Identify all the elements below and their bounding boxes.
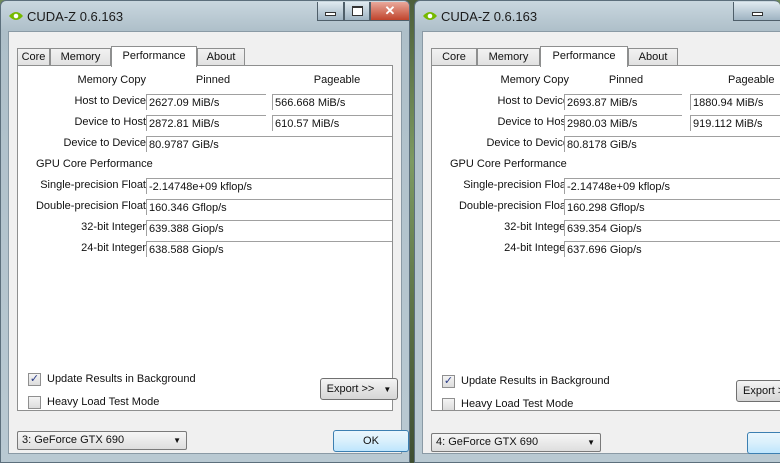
device-to-host-label: Device to Host	[74, 116, 146, 128]
memory-copy-header: Memory Copy	[77, 74, 146, 86]
double-precision-value: 160.346 Gflop/s	[146, 199, 392, 215]
single-precision-label: Single-precision Float	[463, 179, 569, 191]
host-to-device-label: Host to Device	[497, 95, 569, 107]
host-to-device-label: Host to Device	[74, 95, 146, 107]
heavy-load-label[interactable]: Heavy Load Test Mode	[47, 396, 159, 408]
device-to-device-value: 80.9787 GiB/s	[146, 136, 392, 152]
tab-about[interactable]: About	[628, 48, 678, 66]
window-title: CUDA-Z 0.6.163	[27, 9, 124, 24]
title-bar[interactable]: CUDA-Z 0.6.163 ✕	[1, 1, 409, 31]
tab-memory[interactable]: Memory	[477, 48, 540, 66]
double-precision-label: Double-precision Float	[458, 200, 569, 212]
tab-performance[interactable]: Performance	[111, 46, 197, 67]
chevron-down-icon: ▼	[587, 438, 595, 447]
update-background-checkbox[interactable]: ✓	[442, 375, 455, 388]
device-to-host-pinned: 2872.81 MiB/s	[146, 115, 266, 131]
close-button[interactable]: ✕	[370, 2, 409, 21]
tab-core[interactable]: Core	[431, 48, 477, 66]
int32-label: 32-bit Integer	[81, 221, 146, 233]
heavy-load-checkbox[interactable]	[442, 398, 455, 411]
performance-panel: Memory Copy Pinned Pageable Host to Devi…	[17, 65, 398, 411]
int24-value: 637.696 Giop/s	[564, 241, 780, 257]
performance-panel: Memory Copy Pinned Pageable Host to Devi…	[431, 65, 780, 411]
host-to-device-pageable: 1880.94 MiB/s	[690, 94, 780, 110]
device-to-device-label: Device to Device	[486, 137, 569, 149]
nvidia-eye-icon	[9, 12, 23, 20]
int32-value: 639.388 Giop/s	[146, 220, 392, 236]
window-body: Core Memory Performance About Memory Cop…	[422, 31, 780, 454]
pageable-header: Pageable	[313, 74, 361, 86]
int32-value: 639.354 Giop/s	[564, 220, 780, 236]
gpu-core-performance-header: GPU Core Performance	[450, 158, 567, 170]
tab-core[interactable]: Core	[17, 48, 50, 66]
update-background-label[interactable]: Update Results in Background	[47, 373, 196, 385]
maximize-icon	[351, 6, 363, 16]
export-button-label: Export >>	[326, 383, 375, 395]
cuda-z-window-1: CUDA-Z 0.6.163 ✕ Core Memory Performance…	[0, 0, 410, 463]
heavy-load-label[interactable]: Heavy Load Test Mode	[461, 398, 573, 410]
device-select[interactable]: 3: GeForce GTX 690 ▼	[17, 431, 187, 450]
heavy-load-checkbox[interactable]	[28, 396, 41, 409]
export-button[interactable]: Export >	[736, 380, 780, 402]
minimize-icon	[751, 12, 763, 16]
update-background-label[interactable]: Update Results in Background	[461, 375, 610, 387]
int24-label: 24-bit Integer	[81, 242, 146, 254]
device-select-value: 4: GeForce GTX 690	[436, 436, 539, 448]
nvidia-eye-icon	[423, 12, 437, 20]
minimize-icon	[325, 12, 336, 16]
window-body: Core Memory Performance About Memory Cop…	[8, 31, 409, 454]
host-to-device-pageable: 566.668 MiB/s	[272, 94, 392, 110]
single-precision-label: Single-precision Float	[40, 179, 146, 191]
pinned-header: Pinned	[195, 74, 231, 86]
device-select-value: 3: GeForce GTX 690	[22, 434, 125, 446]
export-button[interactable]: Export >> ▼	[320, 378, 398, 400]
minimize-button[interactable]	[733, 2, 780, 21]
device-to-host-pageable: 919.112 MiB/s	[690, 115, 780, 131]
device-select[interactable]: 4: GeForce GTX 690 ▼	[431, 433, 601, 452]
minimize-button[interactable]	[317, 2, 344, 21]
export-button-label: Export >	[743, 385, 780, 397]
int24-label: 24-bit Integer	[504, 242, 569, 254]
double-precision-value: 160.298 Gflop/s	[564, 199, 780, 215]
ok-button[interactable]	[747, 432, 780, 454]
maximize-button[interactable]	[344, 2, 370, 21]
single-precision-value: -2.14748e+09 kflop/s	[564, 178, 780, 194]
device-to-host-pageable: 610.57 MiB/s	[272, 115, 392, 131]
chevron-down-icon: ▼	[173, 436, 181, 445]
device-to-host-label: Device to Host	[497, 116, 569, 128]
cuda-z-window-2: CUDA-Z 0.6.163 Core Memory Performance A…	[414, 0, 780, 463]
close-icon: ✕	[384, 3, 396, 18]
pinned-header: Pinned	[608, 74, 644, 86]
check-icon: ✓	[443, 375, 454, 387]
window-title: CUDA-Z 0.6.163	[441, 9, 538, 24]
ok-button[interactable]: OK	[333, 430, 409, 452]
tab-about[interactable]: About	[197, 48, 245, 66]
int32-label: 32-bit Integer	[504, 221, 569, 233]
tab-performance[interactable]: Performance	[540, 46, 628, 67]
int24-value: 638.588 Giop/s	[146, 241, 392, 257]
title-bar[interactable]: CUDA-Z 0.6.163	[415, 1, 780, 31]
host-to-device-pinned: 2627.09 MiB/s	[146, 94, 266, 110]
device-to-host-pinned: 2980.03 MiB/s	[564, 115, 682, 131]
memory-copy-header: Memory Copy	[500, 74, 569, 86]
check-icon: ✓	[29, 373, 40, 385]
pageable-header: Pageable	[728, 74, 775, 86]
tab-memory[interactable]: Memory	[50, 48, 111, 66]
device-to-device-label: Device to Device	[63, 137, 146, 149]
single-precision-value: -2.14748e+09 kflop/s	[146, 178, 392, 194]
update-background-checkbox[interactable]: ✓	[28, 373, 41, 386]
double-precision-label: Double-precision Float	[35, 200, 146, 212]
dropdown-arrow-icon: ▼	[383, 385, 392, 394]
host-to-device-pinned: 2693.87 MiB/s	[564, 94, 682, 110]
gpu-core-performance-header: GPU Core Performance	[36, 158, 153, 170]
device-to-device-value: 80.8178 GiB/s	[564, 136, 780, 152]
